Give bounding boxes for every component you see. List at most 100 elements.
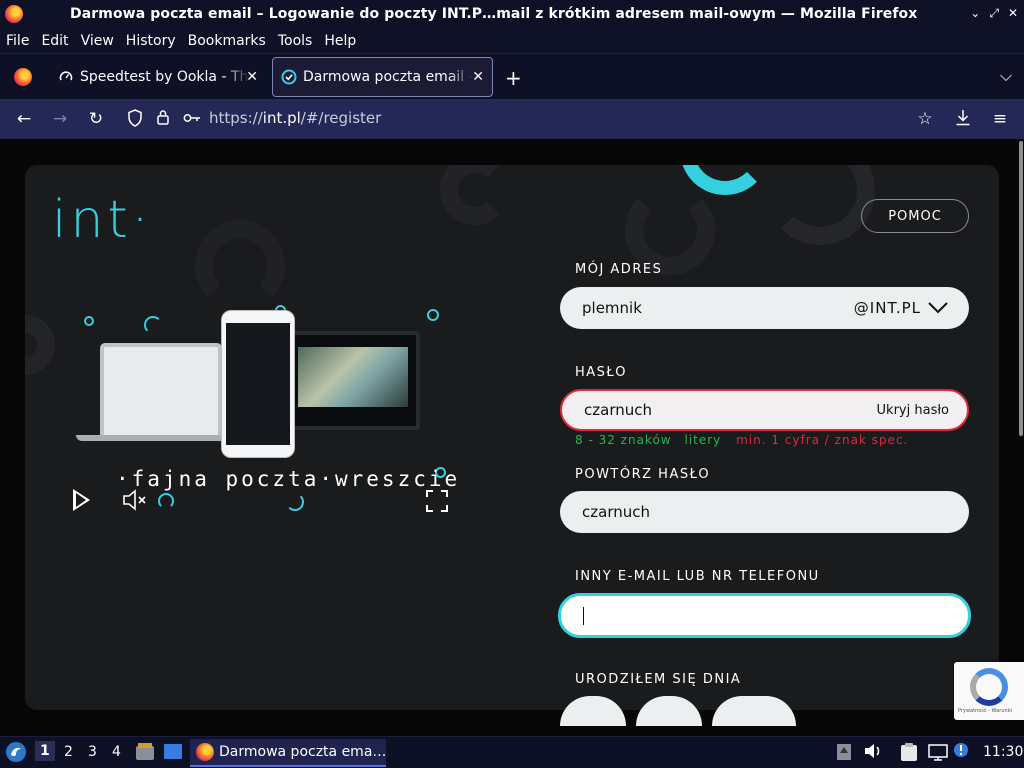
recaptcha-links[interactable]: Prywatność - Warunki [958,708,1012,714]
password-label: HASŁO [575,365,627,380]
domain-select[interactable]: @INT.PL [854,299,949,317]
video-tagline: ·fajna poczta·wreszcie [116,467,461,491]
app-menu-icon[interactable] [5,741,27,767]
menu-tools[interactable]: Tools [278,33,313,49]
fullscreen-icon[interactable] [426,490,448,512]
phone-mockup-image [221,310,295,458]
recaptcha-icon [970,668,1008,706]
clock[interactable]: 11:30 [983,744,1023,760]
other-contact-field[interactable] [558,593,971,638]
menu-history[interactable]: History [126,33,176,49]
address-label: MÓJ ADRES [575,262,663,277]
reload-icon[interactable]: ↻ [85,109,107,129]
background-arc-decoration [195,220,285,310]
downloads-icon[interactable] [952,109,974,131]
decor-arc [286,493,304,511]
tab-int-pl[interactable]: Darmowa poczta email – Logowanie do pocz… [272,57,493,97]
repeat-password-label: POWTÓRZ HASŁO [575,467,711,482]
volume-icon[interactable] [863,742,883,764]
firefox-icon [5,5,23,23]
bookmark-star-icon[interactable]: ☆ [914,109,936,129]
menu-edit[interactable]: Edit [41,33,68,49]
tab-close-icon[interactable]: ✕ [246,69,258,85]
task-label: Darmowa poczta ema… [219,744,386,760]
workspace-1[interactable]: 1 [35,741,55,761]
tab-close-icon[interactable]: ✕ [472,69,484,85]
decor-dot [84,316,94,326]
repeat-password-field[interactable]: czarnuch [560,491,969,533]
decor-dot [427,309,439,321]
tab-label: Speedtest by Ookla - The Global Broadban… [80,69,250,85]
url-bar[interactable]: https://int.pl/#/register [209,109,381,127]
key-icon[interactable] [181,109,203,129]
updates-icon[interactable] [953,742,969,764]
navigation-bar: ← → ↻ https://int.pl/#/register ☆ ≡ [0,99,1024,139]
accent-arc-decoration [680,165,770,195]
lock-icon[interactable] [152,109,174,131]
desktop-icon[interactable] [163,743,183,765]
page-scrollbar[interactable] [1019,141,1023,436]
maximize-button[interactable]: ⤢ [989,6,999,21]
forward-arrow-icon[interactable]: → [49,109,71,129]
file-manager-icon[interactable] [135,742,155,766]
mute-icon[interactable] [122,488,148,518]
hide-password-button[interactable]: Ukryj hasło [877,403,949,418]
list-all-tabs-chevron-icon[interactable]: ⌵ [1000,66,1012,86]
other-contact-label: INNY E-MAIL LUB NR TELEFONU [575,569,820,584]
close-button[interactable]: ✕ [1008,6,1018,21]
address-field[interactable]: plemnik @INT.PL [560,287,969,329]
network-icon[interactable] [928,743,948,765]
decor-arc [158,493,174,509]
speedtest-favicon-icon [58,69,74,85]
tab-bar: Speedtest by Ookla - The Global Broadban… [0,53,1024,99]
window-titlebar: Darmowa poczta email – Logowanie do pocz… [0,0,1024,30]
notification-icon[interactable] [836,743,852,765]
menu-file[interactable]: File [6,33,29,49]
hint-length: 8 - 32 znaków [575,433,672,447]
password-input-value[interactable]: czarnuch [584,401,652,419]
minimize-button[interactable]: ⌄ [970,6,980,21]
background-arc-decoration [25,315,55,375]
window-title: Darmowa poczta email – Logowanie do pocz… [70,6,918,22]
text-caret [583,606,584,625]
taskbar: 1 2 3 4 Darmowa poczta ema… 11:30 [0,736,1024,768]
menu-bar: File Edit View History Bookmarks Tools H… [0,30,1024,52]
window-controls: ⌄ ⤢ ✕ [970,6,1018,21]
password-field[interactable]: czarnuch Ukryj hasło [560,389,969,431]
menu-view[interactable]: View [81,33,114,49]
shield-icon[interactable] [124,109,146,132]
workspace-3[interactable]: 3 [88,744,97,760]
tab-speedtest[interactable]: Speedtest by Ookla - The Global Broadban… [48,57,266,97]
domain-select-value: @INT.PL [853,299,921,317]
hint-digit: min. 1 cyfra / znak spec. [736,433,909,447]
menu-bookmarks[interactable]: Bookmarks [188,33,266,49]
background-arc-decoration [765,165,875,245]
chevron-down-icon [928,302,948,314]
address-input-value[interactable]: plemnik [582,299,642,317]
firefox-view-button[interactable] [6,62,40,92]
workspace-4[interactable]: 4 [112,744,121,760]
firefox-icon [14,68,32,86]
hamburger-menu-icon[interactable]: ≡ [989,109,1011,129]
decor-arc [144,316,162,334]
workspace-2[interactable]: 2 [64,744,73,760]
repeat-password-input-value[interactable]: czarnuch [582,503,650,521]
firefox-icon [196,743,214,761]
birthdate-label: URODZIŁEM SIĘ DNIA [575,672,742,687]
tab-label: Darmowa poczta email – Logowanie do pocz… [303,69,473,85]
back-arrow-icon[interactable]: ← [13,109,35,129]
taskbar-firefox-task[interactable]: Darmowa poczta ema… [190,739,386,767]
password-requirements: 8 - 32 znaków litery min. 1 cyfra / znak… [575,433,908,447]
int-logo[interactable]: int· [52,190,152,250]
monitor-mockup-image [286,331,420,430]
menu-help[interactable]: Help [324,33,356,49]
hint-letters: litery [684,433,722,447]
recaptcha-badge[interactable]: Prywatność - Warunki [954,662,1024,720]
play-icon[interactable] [73,489,90,511]
new-tab-button[interactable]: + [505,66,522,90]
int-favicon-icon [281,69,297,85]
help-button[interactable]: POMOC [861,199,969,233]
background-arc-decoration [440,165,510,225]
clipboard-icon[interactable] [900,742,918,766]
laptop-mockup-image [100,343,222,435]
